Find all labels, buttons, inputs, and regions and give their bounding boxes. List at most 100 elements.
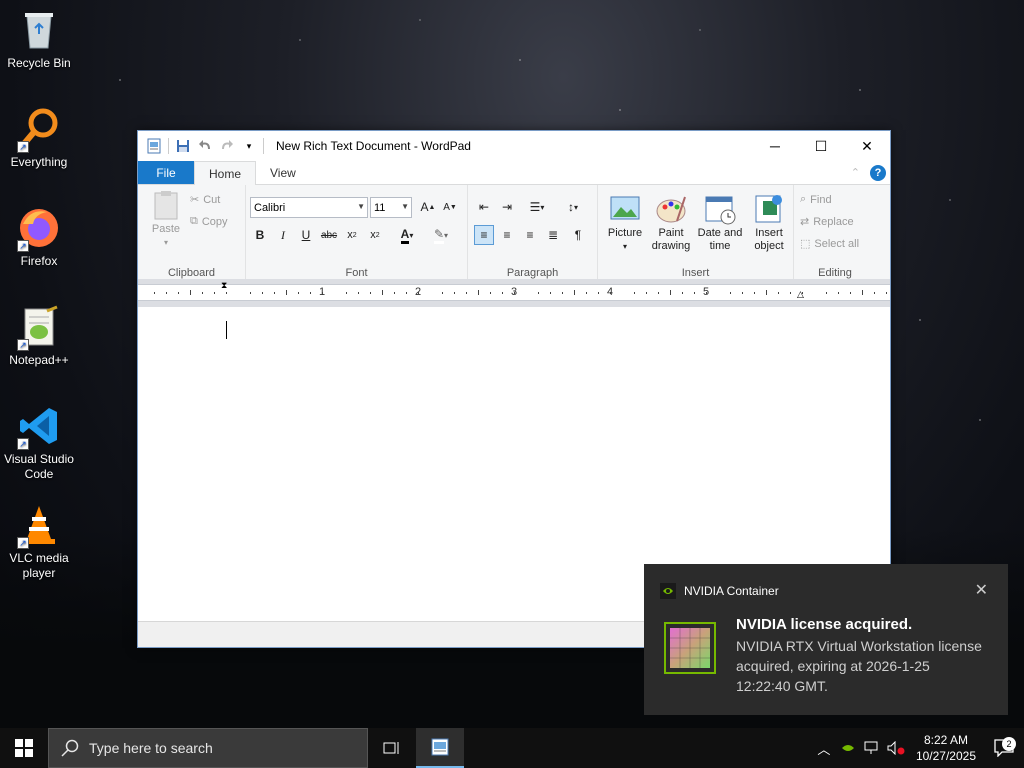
bullets-icon[interactable]: ☰ ▾ bbox=[522, 197, 552, 217]
show-hidden-icons-chevron-icon[interactable]: ︿ bbox=[812, 739, 836, 758]
bold-icon[interactable]: B bbox=[250, 225, 270, 245]
ruler-tick bbox=[274, 292, 275, 294]
separator bbox=[168, 138, 169, 154]
notification-toast[interactable]: NVIDIA Container ✕ NVIDIA license acquir… bbox=[644, 564, 1008, 715]
align-left-icon[interactable]: ≡ bbox=[474, 225, 494, 245]
subscript-icon[interactable]: x2 bbox=[342, 225, 362, 245]
ruler-tick bbox=[298, 292, 299, 294]
undo-icon[interactable] bbox=[197, 138, 213, 154]
close-button[interactable]: ✕ bbox=[844, 131, 890, 161]
insert-object-button[interactable]: Insert object bbox=[746, 193, 792, 253]
recycle-bin-icon bbox=[17, 8, 61, 52]
line-spacing-icon[interactable]: ↕ ▾ bbox=[558, 197, 588, 217]
taskbar-search-box[interactable]: Type here to search bbox=[48, 728, 368, 768]
object-label-2: object bbox=[754, 240, 784, 252]
ribbon-tabs: File Home View ⌃ ? bbox=[138, 161, 890, 185]
replace-button[interactable]: ⇄ Replace bbox=[800, 215, 854, 229]
desktop-icon-label: Recycle Bin bbox=[7, 56, 71, 70]
ruler-tick bbox=[514, 292, 515, 294]
title-bar[interactable]: ▾ New Rich Text Document - WordPad ─ ☐ ✕ bbox=[138, 131, 890, 161]
desktop-icon-vlc[interactable]: ↗ VLC media player bbox=[2, 503, 76, 581]
windows-icon bbox=[15, 739, 33, 757]
shortcut-arrow-icon: ↗ bbox=[17, 141, 29, 153]
tab-file[interactable]: File bbox=[138, 161, 194, 184]
ruler-tick bbox=[610, 292, 611, 294]
font-family-select[interactable]: Calibri ▼ bbox=[250, 197, 368, 218]
ribbon: Paste ▾ ✂ Cut ⧉ Copy Clipboard Calibri ▼ 11 ▼… bbox=[138, 185, 890, 282]
paragraph-settings-icon[interactable]: ¶ bbox=[568, 225, 588, 245]
underline-icon[interactable]: U bbox=[296, 225, 316, 245]
paint-drawing-button[interactable]: Paint drawing bbox=[648, 193, 694, 253]
tab-view[interactable]: View bbox=[256, 161, 310, 184]
task-view-button[interactable] bbox=[368, 728, 416, 768]
copy-button[interactable]: ⧉ Copy bbox=[190, 215, 228, 228]
picture-button[interactable]: Picture ▾ bbox=[602, 193, 648, 253]
redo-icon[interactable] bbox=[219, 138, 235, 154]
collapse-ribbon-chevron-icon[interactable]: ⌃ bbox=[851, 166, 860, 179]
grow-font-icon[interactable]: A ▲ bbox=[418, 197, 438, 217]
desktop-icon-vscode[interactable]: ↗ Visual Studio Code bbox=[2, 404, 76, 482]
network-icon[interactable] bbox=[860, 741, 884, 755]
desktop-icon-everything[interactable]: ↗ Everything bbox=[2, 107, 76, 170]
desktop-icon-firefox[interactable]: ↗ Firefox bbox=[2, 206, 76, 269]
font-group: Calibri ▼ 11 ▼ A ▲ A ▼ B I U abc x2 x2 A ▾ ✎ ▾… bbox=[246, 185, 468, 281]
ruler-tick bbox=[202, 292, 203, 294]
copy-label: Copy bbox=[201, 215, 228, 228]
volume-muted-icon[interactable] bbox=[884, 741, 908, 755]
desktop-icon-recycle-bin[interactable]: Recycle Bin bbox=[2, 8, 76, 71]
tab-home[interactable]: Home bbox=[194, 161, 257, 185]
ruler-tick bbox=[322, 292, 323, 294]
minimize-button[interactable]: ─ bbox=[752, 131, 798, 161]
paint-label-2: drawing bbox=[651, 240, 691, 252]
ruler-tick bbox=[562, 292, 563, 294]
maximize-button[interactable]: ☐ bbox=[798, 131, 844, 161]
font-family-value: Calibri bbox=[254, 201, 286, 214]
italic-icon[interactable]: I bbox=[273, 225, 293, 245]
desktop-icon-notepadpp[interactable]: ↗ Notepad++ bbox=[2, 305, 76, 368]
font-size-select[interactable]: 11 ▼ bbox=[370, 197, 412, 218]
wordpad-app-icon[interactable] bbox=[146, 138, 162, 154]
date-time-button[interactable]: Date and time bbox=[694, 193, 746, 253]
customize-qat-chevron-icon[interactable]: ▾ bbox=[241, 138, 257, 154]
superscript-icon[interactable]: x2 bbox=[365, 225, 385, 245]
highlight-color-icon[interactable]: ✎ ▾ bbox=[426, 225, 456, 245]
select-all-label: Select all bbox=[814, 237, 860, 250]
shortcut-arrow-icon: ↗ bbox=[17, 339, 29, 351]
shrink-font-icon[interactable]: A ▼ bbox=[440, 197, 460, 217]
ruler-tick bbox=[358, 292, 359, 294]
align-center-icon[interactable]: ≡ bbox=[497, 225, 517, 245]
paragraph-group: ⇤ ⇥ ☰ ▾ ↕ ▾ ≡ ≡ ≡ ≣ ¶ Paragraph bbox=[468, 185, 598, 281]
align-right-icon[interactable]: ≡ bbox=[520, 225, 540, 245]
paste-button[interactable]: Paste ▾ bbox=[146, 189, 186, 249]
justify-icon[interactable]: ≣ bbox=[543, 225, 563, 245]
ruler-tick bbox=[394, 292, 395, 294]
increase-indent-icon[interactable]: ⇥ bbox=[497, 197, 517, 217]
strikethrough-icon[interactable]: abc bbox=[319, 225, 339, 245]
nvidia-tray-icon[interactable] bbox=[836, 742, 860, 754]
find-button[interactable]: ⌕ Find bbox=[800, 193, 832, 206]
taskbar-clock[interactable]: 8:22 AM 10/27/2025 bbox=[908, 732, 984, 764]
desktop-icon-label: VLC media player bbox=[9, 551, 69, 580]
scissors-icon: ✂ bbox=[190, 194, 200, 206]
save-icon[interactable] bbox=[175, 138, 191, 154]
select-all-button[interactable]: ⬚ Select all bbox=[800, 237, 860, 251]
cut-button[interactable]: ✂ Cut bbox=[190, 193, 220, 207]
ruler[interactable]: 1 2 3 4 5 ⧗ △ bbox=[138, 279, 890, 307]
ruler-tick bbox=[886, 292, 887, 294]
search-placeholder: Type here to search bbox=[89, 740, 213, 756]
left-indent-marker-icon[interactable]: ⧗ bbox=[221, 280, 227, 291]
close-icon[interactable]: ✕ bbox=[975, 580, 988, 600]
ruler-tick bbox=[670, 290, 671, 295]
help-icon[interactable]: ? bbox=[870, 164, 886, 181]
paint-label-1: Paint bbox=[658, 227, 684, 239]
start-button[interactable] bbox=[0, 728, 48, 768]
replace-icon: ⇄ bbox=[800, 216, 810, 228]
right-indent-marker-icon[interactable]: △ bbox=[797, 289, 804, 300]
paste-label: Paste bbox=[151, 223, 181, 235]
taskbar-wordpad-button[interactable] bbox=[416, 728, 464, 768]
ruler-tick bbox=[598, 292, 599, 294]
text-color-icon[interactable]: A ▾ bbox=[392, 225, 422, 245]
decrease-indent-icon[interactable]: ⇤ bbox=[474, 197, 494, 217]
action-center-button[interactable]: 2 bbox=[984, 737, 1024, 757]
wordpad-app-icon bbox=[431, 738, 449, 756]
